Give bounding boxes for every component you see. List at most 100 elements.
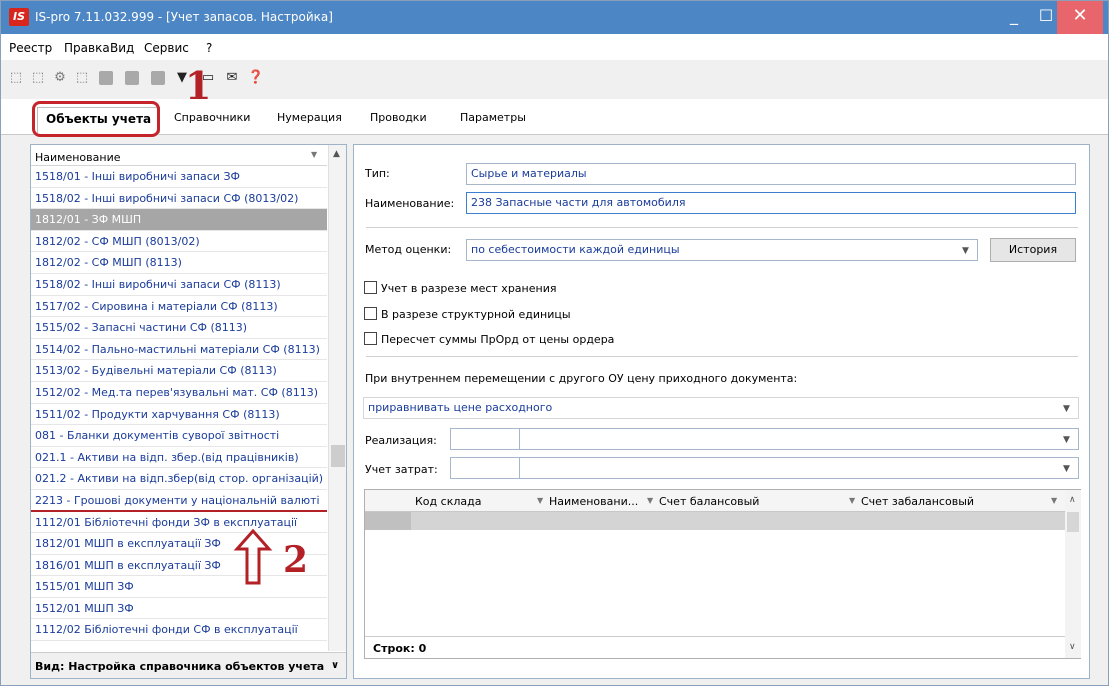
list-item[interactable]: 1812/01 - ЗФ МШП (31, 209, 327, 231)
list-item[interactable]: 1812/02 - СФ МШП (8013/02) (31, 231, 327, 253)
list-footer: Вид: Настройка справочника объектов учет… (31, 652, 346, 678)
list-item[interactable]: 1517/02 - Сировина і матеріали СФ (8113) (31, 296, 327, 318)
list-item[interactable]: 1112/01 Бібліотечні фонди ЗФ в експлуата… (31, 512, 327, 534)
storage-places-checkbox[interactable] (364, 281, 377, 294)
name-field[interactable]: 238 Запасные части для автомобиля (466, 192, 1076, 214)
realization-code-field[interactable] (450, 428, 520, 450)
menu-registry[interactable]: Реестр (9, 41, 52, 55)
cost-dropdown-icon[interactable]: ▼ (1063, 464, 1070, 474)
chevron-down-icon[interactable]: ∨ (331, 660, 339, 671)
help-icon[interactable]: ❓ (247, 69, 265, 87)
menu-help[interactable]: ? (206, 41, 212, 55)
method-select[interactable]: по себестоимости каждой единицы (466, 239, 978, 261)
list-item[interactable]: 1518/02 - Інші виробничі запаси СФ (8013… (31, 188, 327, 210)
menu-edit[interactable]: Правка (64, 41, 110, 55)
list-header[interactable]: Наименование ▼ (31, 145, 327, 166)
column-balance-account[interactable]: Счет балансовый (659, 495, 759, 508)
sort-arrow-icon[interactable]: ▼ (1051, 496, 1057, 505)
method-label: Метод оценки: (365, 243, 452, 256)
tab-accounting-objects[interactable]: Объекты учета (37, 107, 161, 133)
menu-service[interactable]: Сервис (144, 41, 189, 55)
window-title: IS-pro 7.11.032.999 - [Учет запасов. Нас… (35, 10, 333, 24)
divider (366, 356, 1078, 357)
app-window: IS IS-pro 7.11.032.999 - [Учет запасов. … (0, 0, 1109, 686)
view-label: Вид: Настройка справочника объектов учет… (35, 660, 325, 673)
structural-unit-checkbox[interactable] (364, 307, 377, 320)
toolbar: ⬚ ⬚ ⚙ ⬚ ▼ ▭ ✉ ❓ (1, 63, 1108, 93)
accounting-objects-list: Наименование ▼ 1518/01 - Інші виробничі … (30, 144, 347, 679)
method-dropdown-icon[interactable]: ▼ (962, 246, 969, 256)
list-item[interactable]: 021.2 - Активи на відп.збер(від стор. ор… (31, 468, 327, 490)
warehouse-grid: Код склада ▼ Наименовани... ▼ Счет балан… (364, 489, 1081, 659)
object-details-panel: Тип: Сырье и материалы Наименование: 238… (353, 144, 1090, 679)
column-off-balance-account[interactable]: Счет забалансовый (861, 495, 974, 508)
list-item[interactable]: 1112/02 Бібліотечні фонди СФ в експлуата… (31, 619, 327, 642)
grid-scroll-thumb[interactable] (1067, 512, 1079, 532)
history-button[interactable]: История (990, 238, 1076, 262)
close-button[interactable]: ✕ (1057, 1, 1103, 34)
recalc-sum-checkbox[interactable] (364, 332, 377, 345)
list-item[interactable]: 1518/01 - Інші виробничі запаси ЗФ (31, 166, 327, 188)
list-item[interactable]: 1812/02 - СФ МШП (8113) (31, 252, 327, 274)
list-item[interactable]: 1513/02 - Будівельні матеріали СФ (8113) (31, 360, 327, 382)
list-item[interactable]: 1511/02 - Продукти харчування СФ (8113) (31, 404, 327, 426)
tab-directories[interactable]: Справочники (174, 111, 250, 124)
transfer-dropdown-icon[interactable]: ▼ (1063, 404, 1070, 414)
list-item[interactable]: 1518/02 - Інші виробничі запаси СФ (8113… (31, 274, 327, 296)
structural-unit-label: В разрезе структурной единицы (381, 308, 571, 321)
cost-code-field[interactable] (450, 457, 520, 479)
realization-dropdown-icon[interactable]: ▼ (1063, 435, 1070, 445)
list-item[interactable]: 1515/02 - Запасні частини СФ (8113) (31, 317, 327, 339)
scroll-up-icon[interactable]: ▲ (333, 149, 340, 159)
realization-label: Реализация: (365, 434, 437, 447)
row-cursor (365, 512, 411, 530)
sort-arrow-icon[interactable]: ▼ (311, 150, 317, 159)
transfer-label: При внутреннем перемещении с другого ОУ … (365, 372, 798, 385)
sort-arrow-icon[interactable]: ▼ (537, 496, 543, 505)
rows-count: Строк: 0 (373, 642, 427, 655)
grid-empty-row[interactable] (365, 512, 1065, 530)
column-name-header: Наименование (35, 151, 121, 164)
grid-icon[interactable] (125, 71, 139, 85)
realization-name-field[interactable] (519, 428, 1079, 450)
mail-icon[interactable]: ✉ (223, 69, 241, 87)
recalc-sum-label: Пересчет суммы ПрОрд от цены ордера (381, 333, 615, 346)
save-icon[interactable] (99, 71, 113, 85)
cost-name-field[interactable] (519, 457, 1079, 479)
list-item[interactable]: 1512/02 - Мед.та перев'язувальні мат. СФ… (31, 382, 327, 404)
menu-view[interactable]: Вид (110, 41, 134, 55)
transfer-select[interactable]: приравнивать цене расходного (363, 397, 1079, 419)
list-item[interactable]: 2213 - Грошові документи у національній … (31, 490, 327, 512)
callout-number-2: 2 (283, 539, 309, 581)
copy-icon[interactable]: ⬚ (29, 69, 47, 87)
tab-parameters[interactable]: Параметры (460, 111, 526, 124)
list-item[interactable]: 021.1 - Активи на відп. збер.(від праців… (31, 447, 327, 469)
storage-places-label: Учет в разрезе мест хранения (381, 282, 557, 295)
callout-number-1: 1 (185, 63, 212, 108)
tab-postings[interactable]: Проводки (370, 111, 427, 124)
tab-numbering[interactable]: Нумерация (277, 111, 342, 124)
title-bar: IS IS-pro 7.11.032.999 - [Учет запасов. … (1, 1, 1108, 34)
list-item[interactable]: 081 - Бланки документів суворої звітност… (31, 425, 327, 447)
type-field[interactable]: Сырье и материалы (466, 163, 1076, 185)
delete-icon[interactable]: ⬚ (73, 69, 91, 87)
scroll-thumb[interactable] (331, 445, 345, 467)
sort-arrow-icon[interactable]: ▼ (647, 496, 653, 505)
divider (366, 227, 1078, 228)
list-item[interactable]: 1514/02 - Пально-мастильні матеріали СФ … (31, 339, 327, 361)
column-name[interactable]: Наименовани... (549, 495, 638, 508)
menu-bar: Реестр Правка Вид Сервис ? (1, 34, 1108, 60)
tab-bar: Объекты учета Справочники Нумерация Пров… (1, 99, 1108, 135)
scroll-up-icon[interactable]: ∧ (1069, 495, 1076, 505)
add-icon[interactable]: ⬚ (7, 69, 25, 87)
column-warehouse-code[interactable]: Код склада (415, 495, 481, 508)
type-label: Тип: (365, 167, 390, 180)
grid-header: Код склада ▼ Наименовани... ▼ Счет балан… (365, 490, 1065, 512)
sort-arrow-icon[interactable]: ▼ (849, 496, 855, 505)
list-scrollbar[interactable]: ▲ (328, 145, 346, 651)
refresh-icon[interactable] (151, 71, 165, 85)
scroll-down-icon[interactable]: ∨ (1069, 642, 1076, 652)
list-item[interactable]: 1512/01 МШП ЗФ (31, 598, 327, 620)
settings-gear-icon[interactable]: ⚙ (51, 69, 69, 87)
grid-scrollbar[interactable]: ∧ ∨ (1065, 490, 1081, 658)
